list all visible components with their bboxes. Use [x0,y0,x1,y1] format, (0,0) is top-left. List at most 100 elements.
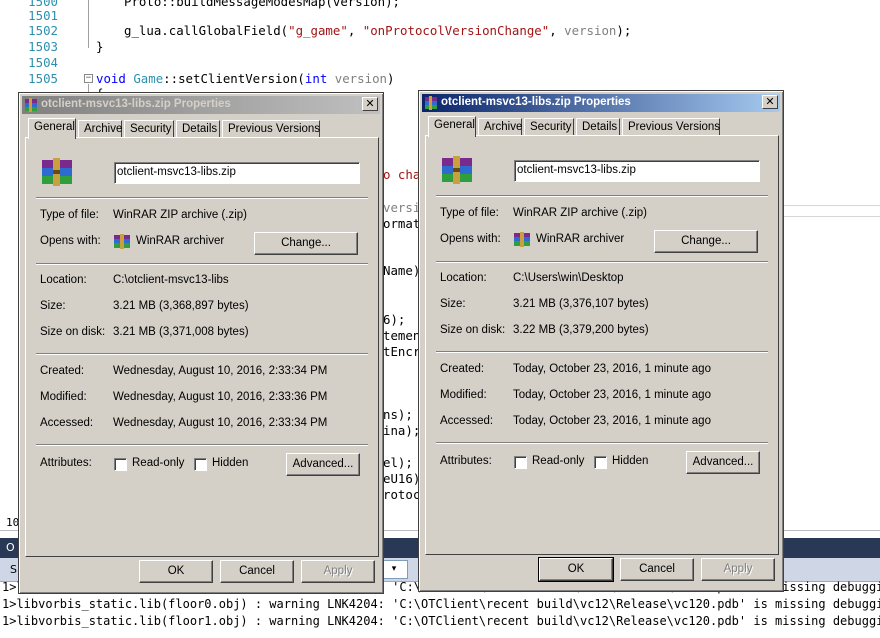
general-tab-page: otclient-msvc13-libs.zip Type of file: W… [425,135,779,555]
ok-button[interactable]: OK [139,560,213,583]
code-fragment: eU16) [383,471,421,486]
code-string: "g_game" [288,23,348,38]
apply-button[interactable]: Apply [301,560,375,583]
tab-general[interactable]: General [28,118,76,139]
code-type: Game [133,71,164,86]
dialog-title: otclient-msvc13-libs.zip Properties [441,96,631,108]
tab-security[interactable]: Security [524,118,574,136]
location-value: C:\Users\win\Desktop [513,272,624,284]
readonly-label: Read-only [532,455,585,467]
hidden-checkbox[interactable] [194,458,207,471]
cancel-button[interactable]: Cancel [220,560,294,583]
change-button[interactable]: Change... [654,230,758,253]
separator [36,197,368,199]
size-value: 3.21 MB (3,368,897 bytes) [113,300,249,312]
modified-label: Modified: [440,389,487,401]
readonly-checkbox[interactable] [114,458,127,471]
advanced-button[interactable]: Advanced... [686,451,760,474]
change-button[interactable]: Change... [254,232,358,255]
dialog-titlebar[interactable]: otclient-msvc13-libs.zip Properties ✕ [22,96,380,114]
type-label: Type of file: [40,209,99,221]
tab-archive[interactable]: Archive [478,118,522,136]
advanced-button[interactable]: Advanced... [286,453,360,476]
created-label: Created: [40,365,85,377]
tab-previous-versions[interactable]: Previous Versions [222,120,320,138]
code-param: version [334,71,387,86]
tab-archive[interactable]: Archive [78,120,122,138]
tab-previous-versions[interactable]: Previous Versions [622,118,720,136]
size-on-disk-label: Size on disk: [440,324,506,336]
winrar-archive-icon [442,156,472,184]
properties-dialog-right[interactable]: otclient-msvc13-libs.zip Properties ✕ Ge… [418,90,784,592]
close-button[interactable]: ✕ [762,95,778,109]
code-token: , [549,23,565,38]
winrar-icon [114,234,130,249]
attributes-label: Attributes: [40,457,92,469]
size-label: Size: [440,298,466,310]
dialog-title: otclient-msvc13-libs.zip Properties [41,98,231,110]
code-fragment: Name) [383,263,421,278]
code-fragment: tEncr [383,344,421,359]
separator [436,261,768,263]
code-token: ) [386,71,395,86]
fold-guide [88,0,89,48]
type-label: Type of file: [440,207,499,219]
winrar-archive-icon [42,158,72,186]
opens-with-label: Opens with: [40,235,101,247]
accessed-value: Today, October 23, 2016, 1 minute ago [513,415,711,427]
tab-general[interactable]: General [428,116,476,137]
tab-details[interactable]: Details [176,120,220,138]
created-label: Created: [440,363,485,375]
readonly-checkbox[interactable] [514,456,527,469]
code-token: ); [616,23,632,38]
winrar-icon [425,96,437,110]
editor-divider [783,216,880,217]
winrar-icon [514,232,530,247]
tab-security[interactable]: Security [124,120,174,138]
size-label: Size: [40,300,66,312]
code-token: ::setClientVersion( [163,71,305,86]
created-value: Today, October 23, 2016, 1 minute ago [513,363,711,375]
modified-value: Today, October 23, 2016, 1 minute ago [513,389,711,401]
chevron-down-icon: ▾ [391,564,397,574]
separator [36,263,368,265]
hidden-checkbox[interactable] [594,456,607,469]
accessed-label: Accessed: [440,415,494,427]
code-fragment: el); [383,455,413,470]
location-label: Location: [40,274,87,286]
code-keyword: void [96,71,126,86]
cancel-button[interactable]: Cancel [620,558,694,581]
code-fragment: 6); [383,312,406,327]
modified-value: Wednesday, August 10, 2016, 2:33:36 PM [113,391,328,403]
type-value: WinRAR ZIP archive (.zip) [113,209,247,221]
separator [36,353,368,355]
line-number: 1503 [28,39,58,54]
code-fragment: ormat [383,216,421,231]
close-button[interactable]: ✕ [362,97,378,111]
size-on-disk-value: 3.22 MB (3,379,200 bytes) [513,324,649,336]
location-value: C:\otclient-msvc13-libs [113,274,229,286]
file-name-input[interactable]: otclient-msvc13-libs.zip [114,162,360,184]
code-line-1500: Proto::buildMessageModesMap(version); [124,0,401,9]
separator [436,195,768,197]
ok-button[interactable]: OK [538,557,614,582]
tab-details[interactable]: Details [576,118,620,136]
accessed-label: Accessed: [40,417,94,429]
output-line: 1>libvorbis_static.lib(floor0.obj) : war… [2,597,880,611]
code-token: g_lua.callGlobalField( [124,23,289,38]
code-token: , [347,23,363,38]
output-source-dropdown[interactable]: ▾ [380,560,408,579]
apply-button[interactable]: Apply [701,558,775,581]
fold-toggle-icon[interactable]: − [84,74,93,83]
created-value: Wednesday, August 10, 2016, 2:33:34 PM [113,365,328,377]
separator [436,351,768,353]
code-fragment: ina); [383,423,421,438]
hidden-label: Hidden [612,455,649,467]
dialog-titlebar[interactable]: otclient-msvc13-libs.zip Properties ✕ [422,94,780,112]
code-string: "onProtocolVersionChange" [362,23,550,38]
code-fragment: temen [383,328,421,343]
code-keyword: int [304,71,328,86]
file-name-input[interactable]: otclient-msvc13-libs.zip [514,160,760,182]
properties-dialog-left[interactable]: otclient-msvc13-libs.zip Properties ✕ Ge… [18,92,384,594]
separator [436,442,768,444]
